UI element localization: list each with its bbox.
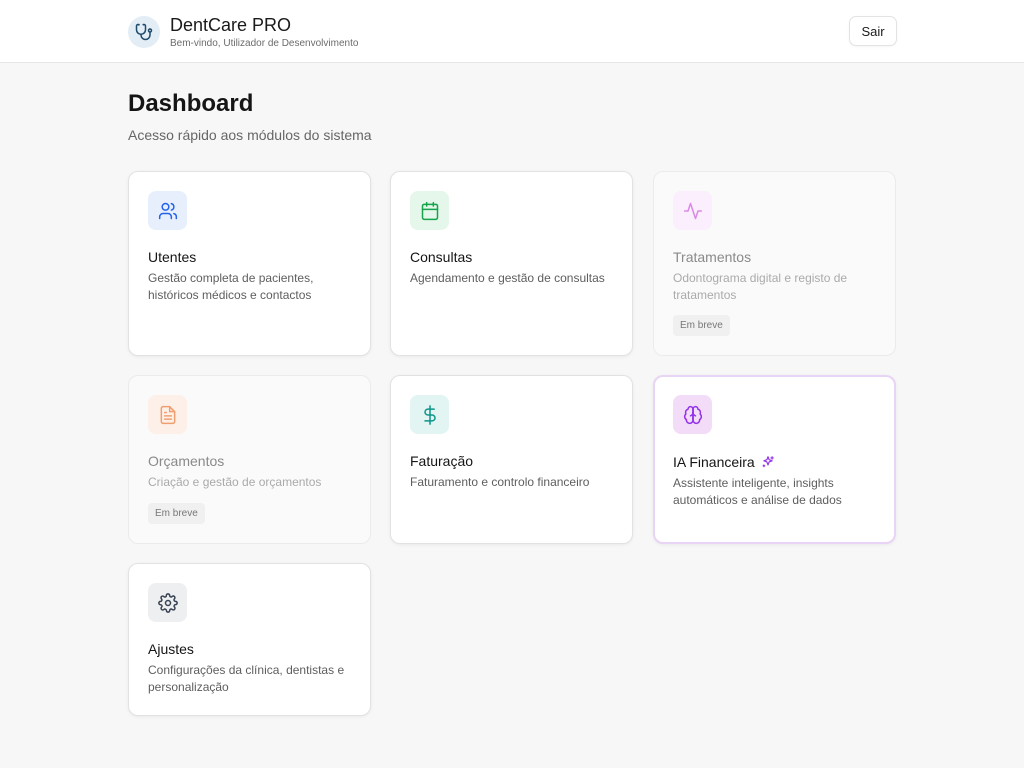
- module-title: Ajustes: [148, 641, 194, 657]
- coming-soon-badge: Em breve: [148, 503, 205, 524]
- page-subtitle: Acesso rápido aos módulos do sistema: [128, 127, 372, 143]
- calendar-icon: [410, 191, 449, 230]
- module-card-ia-financeira[interactable]: IA Financeira Assistente inteligente, in…: [653, 375, 896, 544]
- module-card-consultas[interactable]: Consultas Agendamento e gestão de consul…: [390, 171, 633, 356]
- module-description: Faturamento e controlo financeiro: [410, 475, 590, 489]
- users-icon: [148, 191, 187, 230]
- module-card-faturacao[interactable]: Faturação Faturamento e controlo finance…: [390, 375, 633, 544]
- coming-soon-badge: Em breve: [673, 315, 730, 336]
- brand: DentCare PRO Bem-vindo, Utilizador de De…: [128, 15, 358, 49]
- module-description: Agendamento e gestão de consultas: [410, 271, 605, 285]
- dollar-icon: [410, 395, 449, 434]
- brain-icon: [673, 395, 712, 434]
- logout-button[interactable]: Sair: [849, 16, 897, 46]
- welcome-text: Bem-vindo, Utilizador de Desenvolvimento: [170, 38, 359, 49]
- module-card-utentes[interactable]: Utentes Gestão completa de pacientes, hi…: [128, 171, 371, 356]
- module-card-orcamentos: Orçamentos Criação e gestão de orçamento…: [128, 375, 371, 544]
- module-description: Configurações da clínica, dentistas e pe…: [148, 663, 345, 694]
- activity-icon: [673, 191, 712, 230]
- module-title: Consultas: [410, 249, 473, 265]
- module-title: Utentes: [148, 249, 197, 265]
- app-header: DentCare PRO Bem-vindo, Utilizador de De…: [0, 0, 1024, 63]
- file-text-icon: [148, 395, 187, 434]
- module-description: Odontograma digital e registo de tratame…: [673, 271, 848, 302]
- module-card-ajustes[interactable]: Ajustes Configurações da clínica, dentis…: [128, 563, 371, 716]
- module-description: Gestão completa de pacientes, históricos…: [148, 271, 314, 302]
- page-title: Dashboard: [128, 90, 254, 117]
- module-card-tratamentos: Tratamentos Odontograma digital e regist…: [653, 171, 896, 356]
- module-title: IA Financeira: [673, 454, 755, 470]
- module-title: Orçamentos: [148, 453, 225, 469]
- module-title: Faturação: [410, 453, 474, 469]
- stethoscope-icon: [128, 16, 160, 48]
- module-description: Criação e gestão de orçamentos: [148, 475, 322, 489]
- module-description: Assistente inteligente, insights automát…: [673, 476, 842, 507]
- module-title: Tratamentos: [673, 249, 752, 265]
- gear-icon: [148, 583, 187, 622]
- module-title-row: IA Financeira: [673, 454, 775, 470]
- app-title: DentCare PRO: [170, 15, 292, 35]
- sparkles-icon: [761, 455, 775, 469]
